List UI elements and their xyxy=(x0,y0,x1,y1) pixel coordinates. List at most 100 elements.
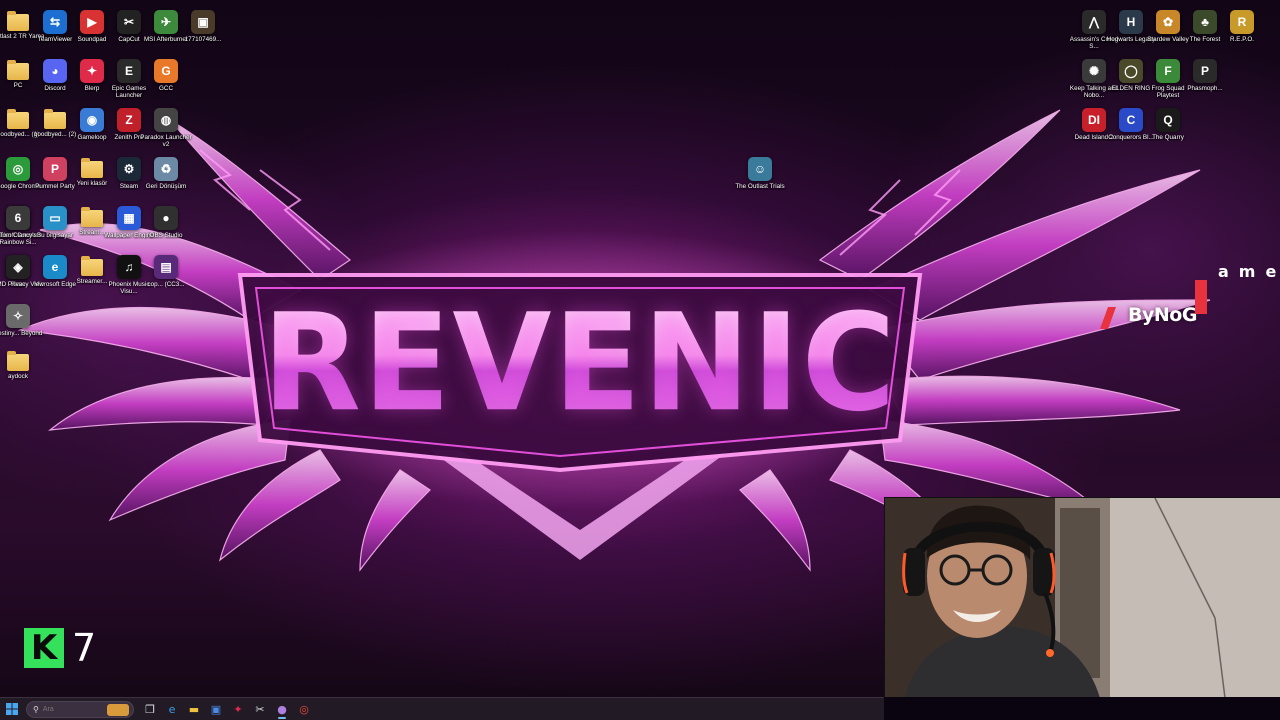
blerp-icon: ✦ xyxy=(80,59,104,83)
capcut-icon: ✂ xyxy=(255,702,265,716)
keep-talking-icon: ✺ xyxy=(1082,59,1106,83)
taskbar-app-button[interactable]: ● xyxy=(272,699,292,719)
the-quarry-icon: Q xyxy=(1156,108,1180,132)
folder-icon xyxy=(7,109,29,129)
frog-squad-icon: F xyxy=(1156,59,1180,83)
desktop-icon-label: R.E.P.O. xyxy=(1229,36,1255,43)
taskbar-app-button[interactable]: ▬ xyxy=(184,699,204,719)
edge-icon: e xyxy=(168,702,176,716)
video-file-icon: ▤ xyxy=(154,255,178,279)
gcc-icon: G xyxy=(154,59,178,83)
taskbar-search[interactable]: ⚲ xyxy=(26,700,134,718)
desktop-icon-label: cop... (CC3... xyxy=(147,281,185,288)
desktop-icon[interactable]: ◈ AMD Privacy View xyxy=(0,255,44,303)
taskbar: ⚲ ❐ e ▬ ▣ ✦ ✂ ● ◎ xyxy=(0,697,884,720)
search-highlight-icon xyxy=(107,703,129,716)
desktop-icon[interactable]: ✧ Destiny... Beyond xyxy=(0,304,43,352)
bynogame-bar xyxy=(1195,280,1207,314)
the-forest-icon: ♣ xyxy=(1193,10,1217,34)
recycle-bin-icon: ♻ xyxy=(154,157,178,181)
bynogame-word: ByNoG xyxy=(1128,304,1197,326)
desktop-icon-label: 177107469... xyxy=(184,36,222,43)
msi-afterburner-icon: ✈ xyxy=(154,10,178,34)
desktop-icon[interactable]: Q The Quarry xyxy=(1143,108,1193,156)
desktop-icon[interactable]: 6 Tom Clancy's Rainbow Si... xyxy=(0,206,43,254)
chrome-icon: ◎ xyxy=(299,702,309,716)
chrome-icon: ◎ xyxy=(6,157,30,181)
folder-icon xyxy=(7,351,29,371)
desktop-icon[interactable]: ◍ Paradox Launcher v2 xyxy=(140,108,192,156)
taskbar-app-button[interactable]: ✂ xyxy=(250,699,270,719)
desktop-icon-label: Tom Clancy's Rainbow Si... xyxy=(0,232,37,247)
amd-icon: ◈ xyxy=(6,255,30,279)
task-view-icon: ❐ xyxy=(145,702,155,716)
desktop-icon-label: Geri Dönüşüm xyxy=(145,183,187,190)
taskbar-apps: ❐ e ▬ ▣ ✦ ✂ ● ◎ xyxy=(138,699,314,719)
phasmophobia-icon: P xyxy=(1193,59,1217,83)
teamviewer-icon: ⇆ xyxy=(43,10,67,34)
image-file-icon: ▣ xyxy=(191,10,215,34)
desktop-icon-label: OBS Studio xyxy=(149,232,183,239)
desktop-icon[interactable]: ♻ Geri Dönüşüm xyxy=(141,157,191,205)
desktop-icon-label: aydock xyxy=(8,373,28,380)
gameloop-icon: ◉ xyxy=(80,108,104,132)
soundpad-icon: ▶ xyxy=(80,10,104,34)
folder-icon xyxy=(7,11,29,31)
desktop-icon[interactable]: ● OBS Studio xyxy=(141,206,191,254)
desktop-icon[interactable]: ☺ The Outlast Trials xyxy=(735,157,785,205)
wallpaper-engine-icon: ▦ xyxy=(117,206,141,230)
bynogame-slash xyxy=(1099,307,1117,329)
outlast-trials-icon: ☺ xyxy=(748,157,772,181)
desktop-icon[interactable]: R R.E.P.O. xyxy=(1217,10,1267,58)
store-icon: ▣ xyxy=(210,702,222,716)
taskbar-app-button[interactable]: ▣ xyxy=(206,699,226,719)
file-explorer-icon: ▬ xyxy=(188,702,200,716)
capcut-icon: ✂ xyxy=(117,10,141,34)
desktop-icon[interactable]: G GCC xyxy=(141,59,191,107)
search-input[interactable] xyxy=(42,705,103,713)
this-pc-icon: ▭ xyxy=(43,206,67,230)
desktop-icon[interactable]: aydock xyxy=(0,350,43,398)
revenic-logo-text: REVENIC xyxy=(262,284,898,442)
desktop-icon-label: Paradox Launcher v2 xyxy=(140,134,192,149)
desktop-icon[interactable]: ▣ 177107469... xyxy=(178,10,228,58)
search-icon: ⚲ xyxy=(33,704,39,714)
bynogame-tail: ame xyxy=(1218,262,1280,281)
pummel-party-icon: P xyxy=(43,157,67,181)
start-button[interactable] xyxy=(2,699,22,719)
discord-icon: ◕ xyxy=(43,59,67,83)
stardew-valley-icon: ✿ xyxy=(1156,10,1180,34)
desktop-icon-label: Destiny... Beyond xyxy=(0,330,43,337)
kick-logo: K xyxy=(24,628,64,668)
phoenix-icon: ♫ xyxy=(117,255,141,279)
desktop-icon-label: GCC xyxy=(159,85,173,92)
edge-icon: e xyxy=(43,255,67,279)
paradox-icon: ◍ xyxy=(154,108,178,132)
desktop-icon[interactable]: ▤ cop... (CC3... xyxy=(141,255,191,303)
folder-icon xyxy=(81,256,103,276)
rainbow-six-icon: 6 xyxy=(6,206,30,230)
desktop-icon-label: Phasmoph... xyxy=(1187,85,1223,92)
zenith-icon: Z xyxy=(117,108,141,132)
windows-icon xyxy=(6,703,18,715)
blerp-icon: ✦ xyxy=(233,702,243,716)
webcam-feed xyxy=(884,497,1280,697)
obs-icon: ● xyxy=(154,206,178,230)
desktop-icon-label: The Outlast Trials xyxy=(735,183,785,190)
folder-icon xyxy=(81,158,103,178)
desktop-icon[interactable]: P Phasmoph... xyxy=(1180,59,1230,107)
taskbar-app-button[interactable]: ✦ xyxy=(228,699,248,719)
assassins-creed-icon: ⋀ xyxy=(1082,10,1106,34)
obs-icon: ● xyxy=(277,702,287,716)
repo-icon: R xyxy=(1230,10,1254,34)
taskbar-app-button[interactable]: e xyxy=(162,699,182,719)
kick-viewer-count: 7 xyxy=(72,626,97,670)
dead-island-icon: DI xyxy=(1082,108,1106,132)
taskbar-app-button[interactable]: ❐ xyxy=(140,699,160,719)
destiny-icon: ✧ xyxy=(6,304,30,328)
taskbar-app-button[interactable]: ◎ xyxy=(294,699,314,719)
desktop-icon-label: The Quarry xyxy=(1152,134,1184,141)
folder-icon xyxy=(44,109,66,129)
hogwarts-legacy-icon: H xyxy=(1119,10,1143,34)
folder-icon xyxy=(7,60,29,80)
